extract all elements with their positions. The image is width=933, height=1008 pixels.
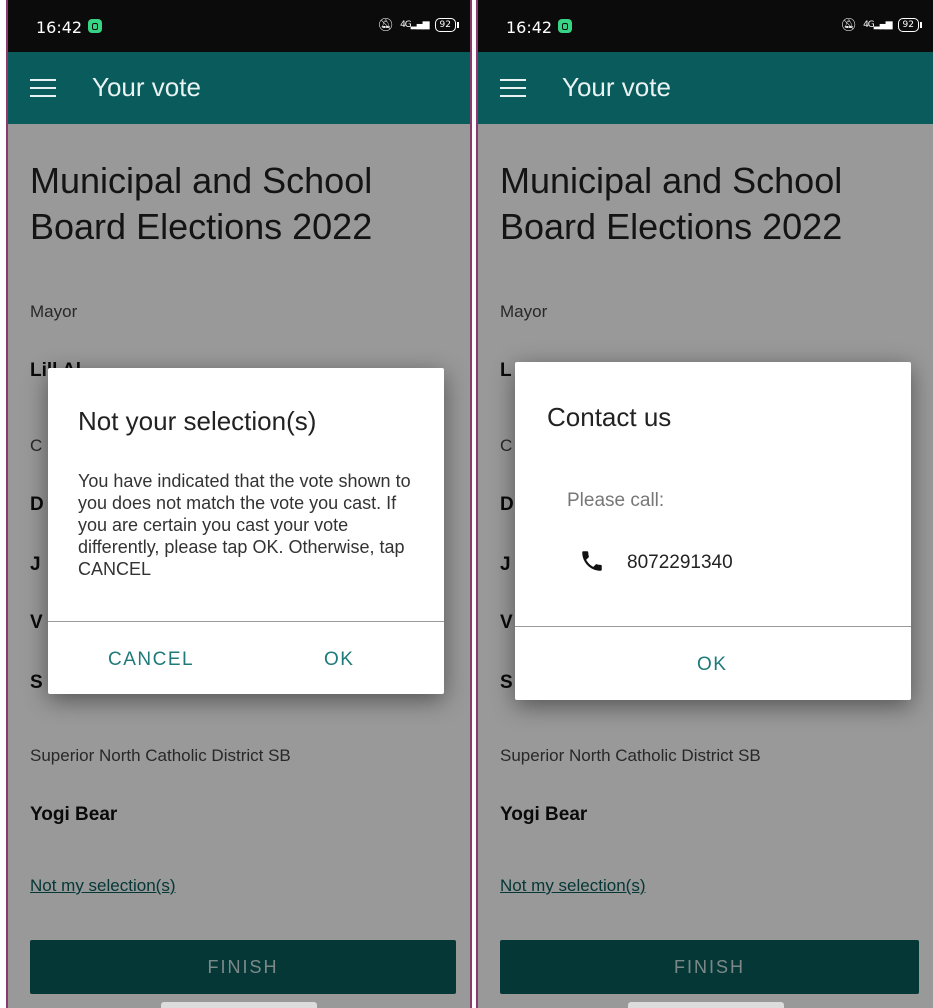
dialog-title: Contact us <box>547 402 672 432</box>
app-bar: Your vote <box>478 52 933 124</box>
phone-icon <box>582 551 602 571</box>
dialog-title: Not your selection(s) <box>78 406 317 436</box>
status-bar: 16:42 🔕︎ 4G▂▄▆ 92 <box>478 0 933 52</box>
notification-icon <box>88 19 102 33</box>
dialog-divider <box>48 621 444 622</box>
notification-icon <box>558 19 572 33</box>
system-icons: 🔕︎ 4G▂▄▆ 92 <box>840 16 923 34</box>
gesture-nav-bar[interactable] <box>627 1002 784 1008</box>
battery-icon: 92 <box>897 18 923 32</box>
contact-us-dialog: Contact us Please call: 8072291340 OK <box>515 362 911 700</box>
app-bar-title: Your vote <box>92 72 201 102</box>
phone-screen-right: 16:42 🔕︎ 4G▂▄▆ 92 Your vote Municipal an… <box>476 0 933 1008</box>
dialog-divider <box>515 626 911 627</box>
cancel-button[interactable]: CANCEL <box>108 649 194 671</box>
contact-phone-number[interactable]: 8072291340 <box>627 552 891 574</box>
app-bar: Your vote <box>8 52 470 124</box>
phone-screen-left: 16:42 🔕︎ 4G▂▄▆ 92 Your vote Municipal an… <box>6 0 472 1008</box>
hamburger-menu-icon[interactable] <box>30 79 56 99</box>
ok-button[interactable]: OK <box>324 649 354 671</box>
status-bar: 16:42 🔕︎ 4G▂▄▆ 92 <box>8 0 470 52</box>
system-icons: 🔕︎ 4G▂▄▆ 92 <box>377 16 460 34</box>
hamburger-menu-icon[interactable] <box>500 79 526 99</box>
gesture-nav-bar[interactable] <box>161 1002 317 1008</box>
not-selection-dialog: Not your selection(s) You have indicated… <box>48 368 444 694</box>
app-bar-title: Your vote <box>562 72 671 102</box>
bell-off-icon: 🔕︎ <box>840 17 858 33</box>
bell-off-icon: 🔕︎ <box>377 17 395 33</box>
dialog-message: You have indicated that the vote shown t… <box>78 471 411 579</box>
battery-icon: 92 <box>434 18 460 32</box>
call-prompt: Please call: <box>567 490 665 511</box>
signal-icon: 4G▂▄▆ <box>863 19 892 30</box>
status-time: 16:42 <box>36 18 83 37</box>
status-time: 16:42 <box>506 18 553 37</box>
signal-icon: 4G▂▄▆ <box>400 19 429 30</box>
ok-button[interactable]: OK <box>697 654 727 676</box>
